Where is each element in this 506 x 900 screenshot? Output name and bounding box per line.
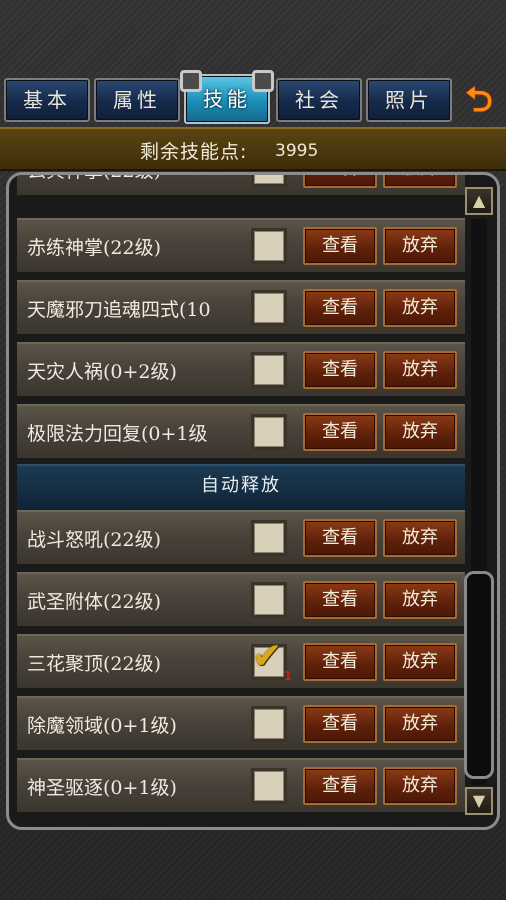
abandon-button[interactable]: 放弃 [383, 643, 457, 681]
skill-name: 极限法力回复(0+1级 [27, 423, 208, 445]
skill-row: 神圣驱逐(0+1级) 查看 放弃 [17, 758, 465, 814]
tab-basic[interactable]: 基本 [4, 78, 90, 122]
skill-row: 战斗怒吼(22级) 查看 放弃 [17, 510, 465, 566]
tab-photos[interactable]: 照片 [366, 78, 452, 122]
skill-points-bar: 剩余技能点: 3995 [0, 127, 506, 171]
tab-skills[interactable]: 技能 [180, 70, 274, 124]
skill-row: 天灾人祸(0+2级) 查看 放弃 [17, 342, 465, 398]
scroll-up-arrow-icon[interactable]: ▲ [465, 187, 493, 215]
skill-checkbox[interactable] [251, 352, 287, 388]
abandon-button[interactable]: 放弃 [383, 175, 457, 188]
abandon-button[interactable]: 放弃 [383, 413, 457, 451]
skill-name: 玄冥神掌(22级) [27, 175, 249, 183]
skill-row: 玄冥神掌(22级) 查看 放弃 [17, 175, 465, 197]
view-button[interactable]: 查看 [303, 175, 377, 188]
skill-name: 除魔领域(0+1级) [27, 715, 177, 737]
section-label: 自动释放 [201, 475, 281, 496]
skill-name: 天灾人祸(0+2级) [27, 361, 177, 383]
skill-row: 武圣附体(22级) 查看 放弃 [17, 572, 465, 628]
skill-list[interactable]: 玄冥神掌(22级) 查看 放弃 赤练神掌(22级) 查看 放弃 天魔邪刀追魂四式… [17, 175, 465, 827]
abandon-button[interactable]: 放弃 [383, 519, 457, 557]
skill-list-panel: 玄冥神掌(22级) 查看 放弃 赤练神掌(22级) 查看 放弃 天魔邪刀追魂四式… [6, 172, 500, 830]
skill-name: 武圣附体(22级) [27, 591, 162, 613]
skill-points-label: 剩余技能点: [140, 141, 248, 163]
abandon-button[interactable]: 放弃 [383, 351, 457, 389]
tab-bar: 基本 属性 技能 社会 照片 [4, 70, 456, 126]
skill-checkbox[interactable] [251, 414, 287, 450]
view-button[interactable]: 查看 [303, 289, 377, 327]
skill-row: 极限法力回复(0+1级 查看 放弃 [17, 404, 465, 460]
scrollbar-thumb[interactable] [464, 571, 494, 779]
skill-name: 三花聚顶(22级) [27, 653, 162, 675]
section-header-auto-release: 自动释放 [17, 464, 465, 512]
skill-checkbox[interactable] [251, 582, 287, 618]
abandon-button[interactable]: 放弃 [383, 581, 457, 619]
view-button[interactable]: 查看 [303, 767, 377, 805]
skill-row: 天魔邪刀追魂四式(10 查看 放弃 [17, 280, 465, 336]
skill-checkbox-checked[interactable]: ✔ 1 [251, 637, 292, 683]
view-button[interactable]: 查看 [303, 705, 377, 743]
abandon-button[interactable]: 放弃 [383, 289, 457, 327]
skill-row: 三花聚顶(22级) ✔ 1 查看 放弃 [17, 634, 465, 690]
skill-row: 赤练神掌(22级) 查看 放弃 [17, 218, 465, 274]
skill-checkbox[interactable] [251, 706, 287, 742]
skill-checkbox[interactable] [251, 520, 287, 556]
skill-name: 神圣驱逐(0+1级) [27, 777, 177, 799]
scroll-down-arrow-icon[interactable]: ▼ [465, 787, 493, 815]
skill-row: 除魔领域(0+1级) 查看 放弃 [17, 696, 465, 752]
auto-slot-number: 1 [283, 669, 292, 683]
view-button[interactable]: 查看 [303, 227, 377, 265]
skill-checkbox[interactable] [251, 768, 287, 804]
view-button[interactable]: 查看 [303, 351, 377, 389]
view-button[interactable]: 查看 [303, 413, 377, 451]
skill-checkbox[interactable] [251, 175, 287, 187]
skill-checkbox[interactable] [251, 228, 287, 264]
skill-name: 天魔邪刀追魂四式(10 [27, 299, 211, 321]
view-button[interactable]: 查看 [303, 519, 377, 557]
skill-name: 赤练神掌(22级) [27, 237, 162, 259]
view-button[interactable]: 查看 [303, 643, 377, 681]
skill-points-value: 3995 [275, 141, 319, 161]
return-arrow-icon[interactable]: ⮌ [458, 80, 500, 120]
view-button[interactable]: 查看 [303, 581, 377, 619]
tab-social[interactable]: 社会 [276, 78, 362, 122]
abandon-button[interactable]: 放弃 [383, 705, 457, 743]
skill-checkbox[interactable] [251, 290, 287, 326]
abandon-button[interactable]: 放弃 [383, 227, 457, 265]
abandon-button[interactable]: 放弃 [383, 767, 457, 805]
skill-name: 战斗怒吼(22级) [27, 529, 162, 551]
checkmark-icon: ✔ [252, 636, 283, 677]
tab-attributes[interactable]: 属性 [94, 78, 180, 122]
